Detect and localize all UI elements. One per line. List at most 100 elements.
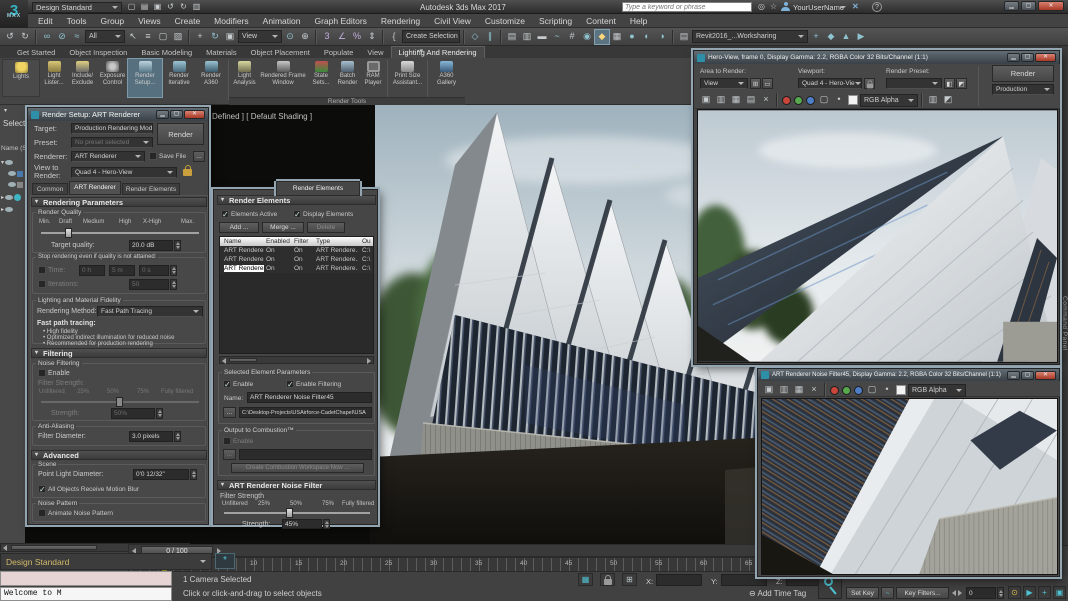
preset-dropdown[interactable]: No preset selected [71, 137, 153, 148]
print-image-icon[interactable]: ▤ [744, 93, 758, 107]
render-preset-dropdown[interactable] [886, 78, 942, 89]
workspace-selector[interactable]: Design Standard [0, 553, 212, 570]
set-key-button[interactable]: Set Key [846, 587, 879, 599]
copy-image-icon[interactable]: ▥ [714, 93, 728, 107]
save-file-browse-button[interactable]: ... [193, 151, 205, 162]
green-channel-icon[interactable] [794, 95, 803, 105]
viewport-label[interactable]: Defined ] [ Default Shading ] [212, 112, 312, 121]
time-spinner[interactable] [170, 265, 177, 276]
rendering-method-dropdown[interactable]: Fast Path Tracing [97, 306, 203, 317]
undo-icon[interactable]: ↺ [3, 30, 17, 44]
named-selection-sets-dropdown[interactable]: Create Selection Se [402, 30, 460, 43]
elements-list-header[interactable]: Name Enabled Filter Type Ou [220, 237, 373, 246]
menu-customize[interactable]: Customize [478, 16, 532, 26]
key-filters-button[interactable]: Key Filters... [896, 587, 949, 599]
merge-element-button[interactable]: Merge ... [262, 222, 304, 233]
output-browse-button[interactable]: ... [223, 407, 236, 418]
close-button[interactable]: ✕ [1035, 53, 1056, 62]
tab-common[interactable]: Common [32, 183, 68, 195]
target-dropdown[interactable]: Production Rendering Mode [71, 123, 153, 134]
element-row[interactable]: ART Renderer N... On On ART Rendere... C… [220, 246, 373, 255]
redo-icon[interactable]: ↻ [178, 2, 189, 12]
column-type[interactable]: Type [316, 238, 330, 245]
workspace-settings-button[interactable]: * [215, 553, 235, 569]
close-button[interactable]: ✕ [184, 110, 205, 119]
crossing-region-icon[interactable]: ▨ [171, 30, 185, 44]
scroll-right-icon[interactable] [367, 358, 371, 364]
menu-graph-editors[interactable]: Graph Editors [307, 16, 373, 26]
favorites-star-icon[interactable]: ☆ [768, 2, 779, 12]
clone-rendered-frame-icon[interactable]: ▦ [729, 93, 743, 107]
render-mode-dropdown[interactable]: Production [992, 84, 1054, 95]
previous-key-icon[interactable] [952, 590, 956, 596]
ribbon-tab-object-placement[interactable]: Object Placement [244, 47, 317, 58]
time-hours-field[interactable]: 0 h [79, 265, 105, 276]
sign-in-avatar-icon[interactable] [781, 2, 790, 11]
menu-modifiers[interactable]: Modifiers [207, 16, 255, 26]
strength-spinner[interactable] [323, 519, 330, 529]
eye-icon[interactable] [5, 195, 14, 200]
explorer-row[interactable] [8, 180, 23, 189]
batch-render-button[interactable]: Batch Render [335, 59, 360, 97]
render-production-icon[interactable]: ● [625, 30, 639, 44]
clone-rendered-frame-icon[interactable]: ▦ [792, 383, 806, 397]
elements-list[interactable]: Name Enabled Filter Type Ou ART Renderer… [219, 236, 374, 354]
menu-group[interactable]: Group [94, 16, 132, 26]
advanced-rollout[interactable]: Advanced [31, 450, 207, 460]
point-light-diameter-field[interactable]: 0'0 12/32" [133, 469, 189, 480]
render-setup-icon[interactable]: ◧ [944, 78, 955, 89]
monochrome-channel-icon[interactable]: ▢ [865, 383, 879, 397]
lock-view-icon[interactable] [183, 165, 192, 176]
material-editor-icon[interactable]: ◉ [580, 30, 594, 44]
add-time-tag[interactable]: ⊖ Add Time Tag [749, 589, 806, 598]
menu-views[interactable]: Views [131, 16, 168, 26]
iterations-spinner[interactable] [170, 279, 177, 290]
save-file-icon[interactable]: ▣ [152, 2, 163, 12]
point-light-spinner[interactable] [190, 469, 197, 480]
ram-player-button[interactable]: RAM Player [361, 59, 385, 97]
maximize-button[interactable]: ▢ [1021, 53, 1034, 62]
render-setup-icon[interactable]: ◆ [594, 28, 610, 45]
red-channel-icon[interactable] [830, 385, 839, 395]
filter-diameter-field[interactable]: 3.0 pixels [129, 431, 173, 442]
blue-channel-icon[interactable] [854, 385, 863, 395]
blue-channel-icon[interactable] [806, 95, 815, 105]
ribbon-tab-get-started[interactable]: Get Started [10, 47, 62, 58]
alpha-channel-icon[interactable]: • [832, 93, 846, 107]
auto-region-icon[interactable]: ⊞ [750, 78, 761, 89]
unlink-selection-icon[interactable]: ⊘ [55, 30, 69, 44]
username-menu[interactable]: YourUserName [793, 3, 844, 12]
display-elements-checkbox[interactable]: ✓ [293, 210, 301, 219]
project-folder-icon[interactable]: ▥ [191, 2, 202, 12]
eye-icon[interactable] [8, 182, 16, 187]
rendered-image[interactable] [761, 398, 1058, 575]
selection-filter-dropdown[interactable]: All [85, 30, 125, 43]
channel-display-dropdown[interactable]: RGB Alpha [860, 93, 918, 107]
save-file-checkbox[interactable] [149, 152, 157, 160]
select-and-move-icon[interactable]: + [193, 30, 207, 44]
target-quality-field[interactable]: 20.0 dB [129, 240, 173, 251]
schematic-view-icon[interactable]: # [565, 30, 579, 44]
environment-icon[interactable]: ◩ [956, 78, 967, 89]
render-button[interactable]: Render [992, 65, 1054, 82]
lock-viewport-button[interactable] [864, 78, 875, 89]
display-floater-icon[interactable]: ◆ [824, 30, 838, 44]
ribbon-tab-populate[interactable]: Populate [317, 47, 361, 58]
absolute-offset-toggle-icon[interactable]: ⊞ [622, 573, 637, 586]
column-filter[interactable]: Filter [294, 238, 308, 245]
render-elements-tab[interactable]: Render Elements [276, 181, 360, 196]
noise-strength-slider[interactable] [41, 397, 199, 407]
art-noise-filter-rollout[interactable]: ART Renderer Noise Filter [217, 480, 376, 490]
green-channel-icon[interactable] [842, 385, 851, 395]
spinner-snap-icon[interactable]: ⇕ [365, 30, 379, 44]
element-name-field[interactable]: ART Renderer Noise Filter45 [247, 392, 372, 403]
curve-editor-icon[interactable]: ~ [550, 30, 564, 44]
minimize-button[interactable]: ▁ [1007, 370, 1020, 380]
selection-region-icon[interactable]: ▦ [578, 573, 593, 586]
quality-slider[interactable] [41, 228, 199, 238]
combustion-browse-button[interactable]: ... [223, 449, 236, 460]
render-iterative-button[interactable]: Render Iterative [163, 59, 195, 97]
render-in-cloud-icon[interactable]: ◐ [640, 30, 654, 44]
column-name[interactable]: Name [224, 238, 241, 245]
current-frame-field[interactable]: 0 [966, 587, 996, 599]
